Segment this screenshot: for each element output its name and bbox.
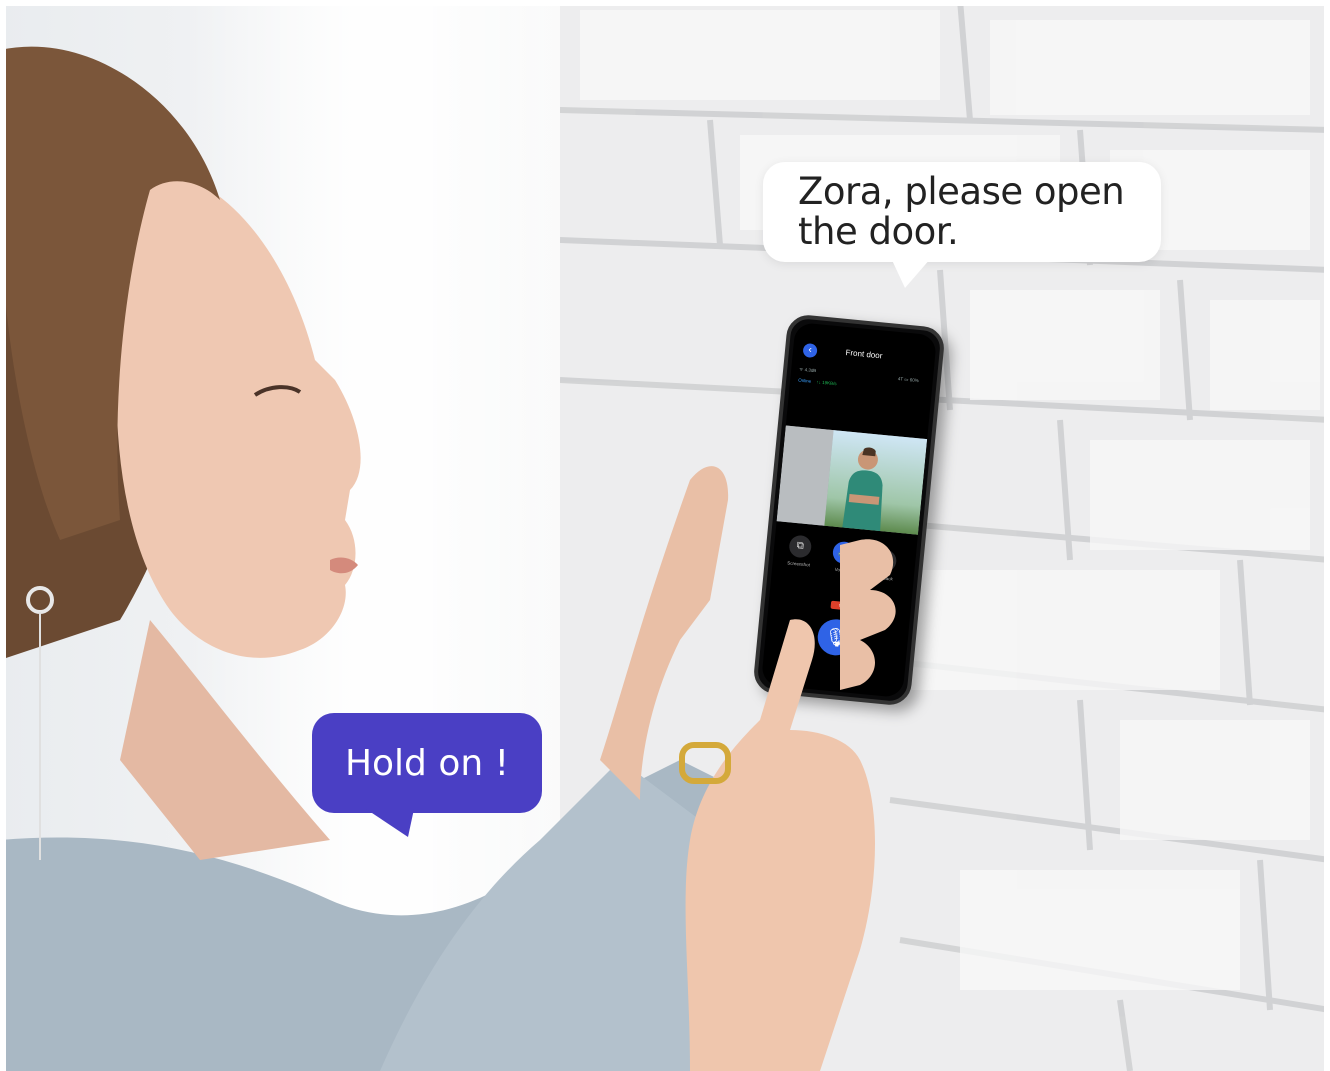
screenshot-control[interactable]: ⧉ Screenshot <box>786 534 813 567</box>
playback-icon: ↻ <box>873 548 898 573</box>
bitrate: ↑↓ 19KB/s <box>816 379 837 387</box>
recording-timer: 00:03 <box>830 600 858 612</box>
speaker-icon: 🔈 <box>831 540 856 565</box>
bubble-tail <box>891 258 931 288</box>
signal-strength: ᯤ 4.3dB <box>799 366 817 374</box>
online-status: Online <box>797 377 812 384</box>
crop-icon: ⧉ <box>788 534 813 559</box>
photo-scene: ‹ Front door ᯤ 4.3dB 4T ▭ 60% Online ↑↓ … <box>0 0 1330 1071</box>
live-video-feed[interactable] <box>776 425 928 535</box>
bubble-tail <box>366 809 414 837</box>
speech-bubble-visitor: Zora, please open the door. <box>763 162 1161 288</box>
volume-label: Volume <box>834 566 850 574</box>
control-bar: ⧉ Screenshot 🔈 Volume ↻ Playback <box>771 533 917 594</box>
microphone-button[interactable]: 🎙 <box>816 617 856 657</box>
speech-bubble-reply: Hold on ! <box>312 713 542 837</box>
visitor-image <box>842 447 883 532</box>
phone-screen: ‹ Front door ᯤ 4.3dB 4T ▭ 60% Online ↑↓ … <box>760 322 938 698</box>
playback-control[interactable]: ↻ Playback <box>871 548 898 582</box>
visitor-speech-text: Zora, please open the door. <box>798 170 1125 253</box>
volume-control[interactable]: 🔈 Volume <box>830 540 857 574</box>
screenshot-label: Screenshot <box>787 560 811 568</box>
battery-status: 4T ▭ 60% <box>897 376 919 384</box>
microphone-icon: 🎙 <box>823 626 849 649</box>
woman <box>0 46 760 1071</box>
playback-label: Playback <box>874 574 893 582</box>
reply-speech-text: Hold on ! <box>344 742 510 784</box>
